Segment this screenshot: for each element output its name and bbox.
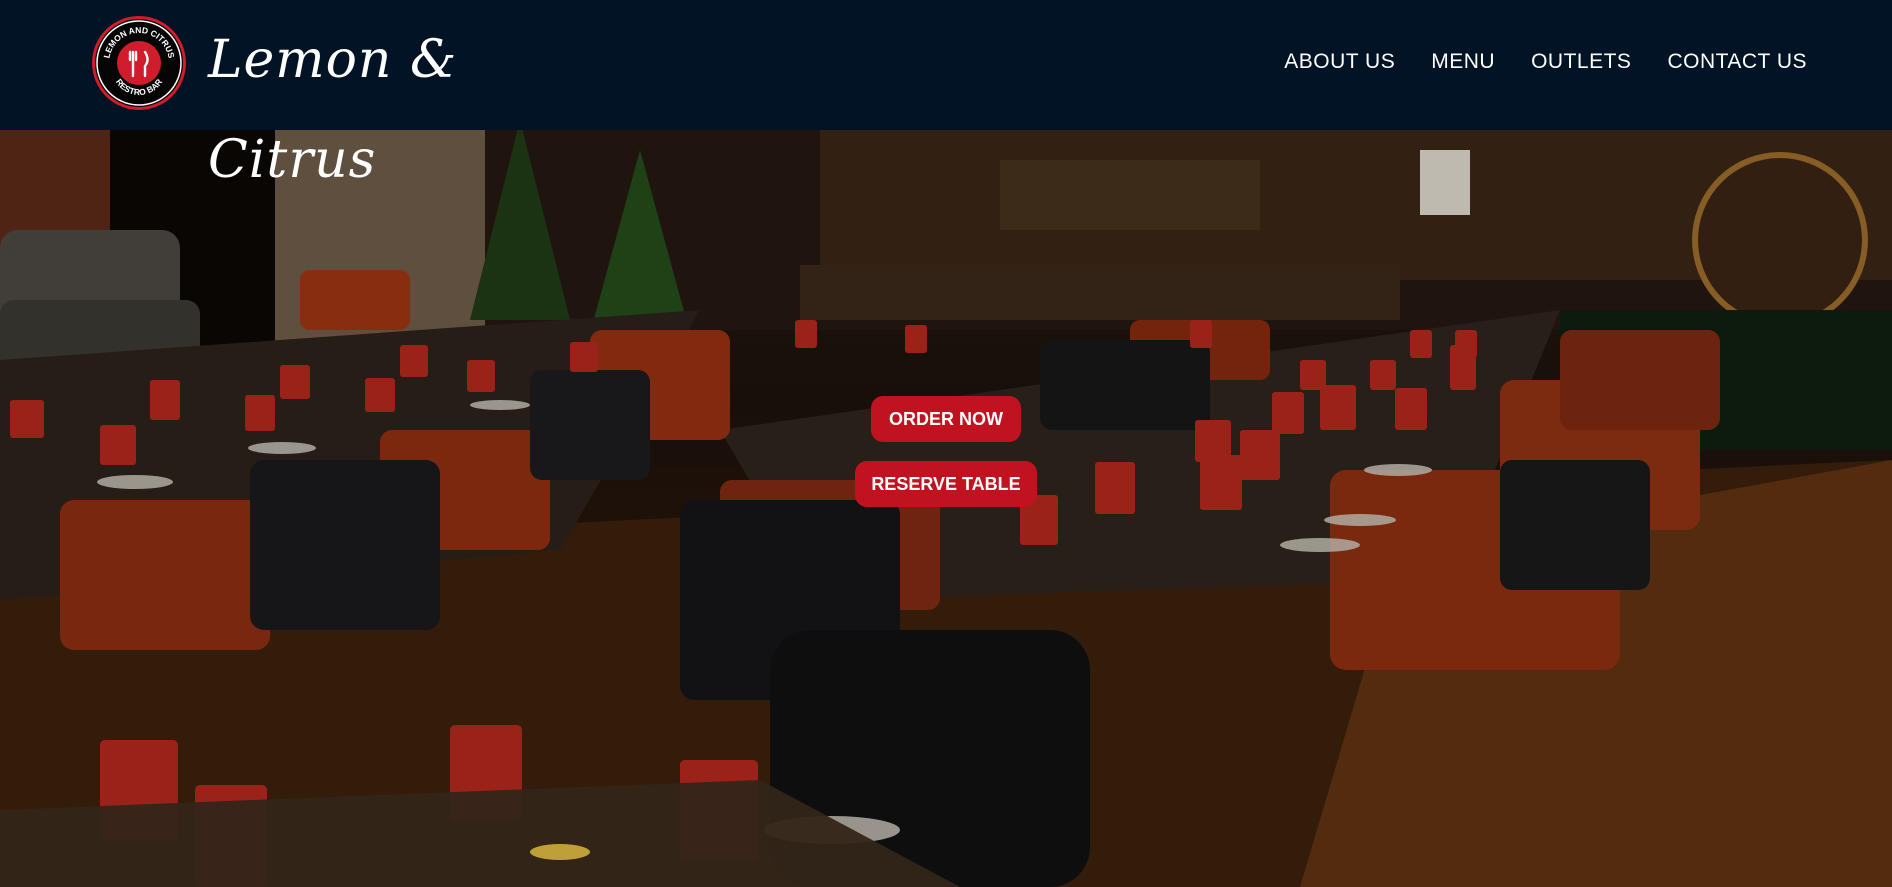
site-header: LEMON AND CITRUS RESTRO BAR Lemon & Citr… xyxy=(0,0,1892,190)
logo[interactable]: LEMON AND CITRUS RESTRO BAR xyxy=(92,16,186,110)
logo-emblem: LEMON AND CITRUS RESTRO BAR xyxy=(96,20,182,106)
hero-overlay xyxy=(0,130,1892,887)
main-nav: ABOUT US MENU OUTLETS CONTACT US xyxy=(1284,0,1807,124)
brand-name[interactable]: Lemon & Citrus xyxy=(208,10,508,190)
order-now-button[interactable]: ORDER NOW xyxy=(871,396,1021,442)
nav-about-us[interactable]: ABOUT US xyxy=(1284,50,1395,74)
reserve-table-button[interactable]: RESERVE TABLE xyxy=(855,461,1037,507)
page: LEMON AND CITRUS RESTRO BAR Lemon & Citr… xyxy=(0,0,1892,887)
hero-section: ORDER NOW RESERVE TABLE xyxy=(0,130,1892,887)
nav-menu[interactable]: MENU xyxy=(1431,50,1495,74)
nav-contact-us[interactable]: CONTACT US xyxy=(1667,50,1807,74)
nav-outlets[interactable]: OUTLETS xyxy=(1531,50,1631,74)
